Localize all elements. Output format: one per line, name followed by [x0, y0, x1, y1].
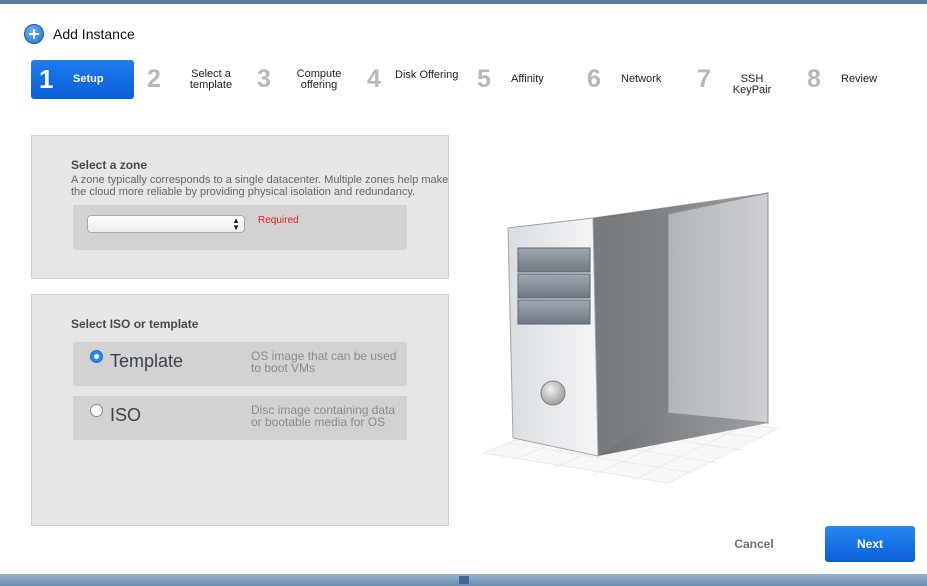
step-affinity[interactable]: 5 Affinity — [477, 60, 544, 99]
window-top-border — [0, 0, 927, 4]
select-arrows-icon: ▲ ▼ — [232, 216, 240, 232]
resize-handle[interactable] — [459, 576, 469, 584]
zone-description: A zone typically corresponds to a single… — [71, 174, 449, 198]
zone-panel: Select a zone A zone typically correspon… — [31, 135, 449, 279]
step-label: Disk Offering — [395, 69, 459, 81]
step-number: 8 — [807, 65, 821, 93]
step-number: 2 — [147, 65, 161, 93]
power-button-icon — [540, 380, 566, 406]
iso-template-panel: Select ISO or template Template OS image… — [31, 294, 449, 526]
step-label: Select a template — [189, 67, 233, 91]
step-network[interactable]: 6 Network — [587, 60, 661, 99]
zone-select-row: ▲ ▼ Required — [73, 205, 407, 250]
step-label: Affinity — [511, 73, 544, 85]
iso-option-description: Disc image containing data or bootable m… — [251, 403, 396, 429]
template-radio[interactable] — [90, 350, 103, 363]
iso-template-heading: Select ISO or template — [71, 317, 199, 331]
step-select-template[interactable]: 2 Select a template — [147, 60, 241, 99]
step-label: Network — [621, 73, 662, 85]
step-number: 3 — [257, 65, 271, 93]
step-label: Review — [841, 73, 878, 85]
zone-heading: Select a zone — [71, 158, 148, 172]
step-label: SSH KeyPair — [732, 72, 772, 96]
iso-option[interactable]: ISO Disc image containing data or bootab… — [73, 396, 407, 440]
template-option[interactable]: Template OS image that can be used to bo… — [73, 342, 407, 386]
step-number: 1 — [39, 64, 54, 94]
step-ssh-keypair[interactable]: 7 SSH KeyPair — [697, 60, 773, 99]
zone-select[interactable]: ▲ ▼ — [87, 215, 245, 233]
add-instance-icon — [24, 24, 44, 44]
step-disk-offering[interactable]: 4 Disk Offering — [367, 60, 458, 99]
server-tower-illustration — [481, 192, 780, 484]
step-compute-offering[interactable]: 3 Compute offering — [257, 60, 345, 99]
step-review[interactable]: 8 Review — [807, 60, 877, 99]
step-number: 6 — [587, 65, 601, 93]
step-label: Setup — [73, 73, 104, 85]
iso-option-title: ISO — [110, 405, 142, 425]
dialog-title: Add Instance — [53, 26, 135, 42]
required-label: Required — [258, 215, 299, 226]
step-label: Compute offering — [296, 67, 342, 91]
next-button[interactable]: Next — [825, 526, 915, 562]
iso-radio[interactable] — [90, 404, 103, 417]
step-number: 5 — [477, 65, 491, 93]
dialog-header: Add Instance — [24, 24, 135, 44]
template-option-title: Template — [110, 351, 184, 371]
wizard-steps: 1 Setup 2 Select a template 3 Compute of… — [30, 60, 910, 100]
step-number: 7 — [697, 65, 711, 93]
step-setup[interactable]: 1 Setup — [31, 60, 134, 99]
template-option-description: OS image that can be used to boot VMs — [251, 349, 397, 375]
cancel-button[interactable]: Cancel — [719, 537, 789, 555]
step-number: 4 — [367, 65, 381, 93]
